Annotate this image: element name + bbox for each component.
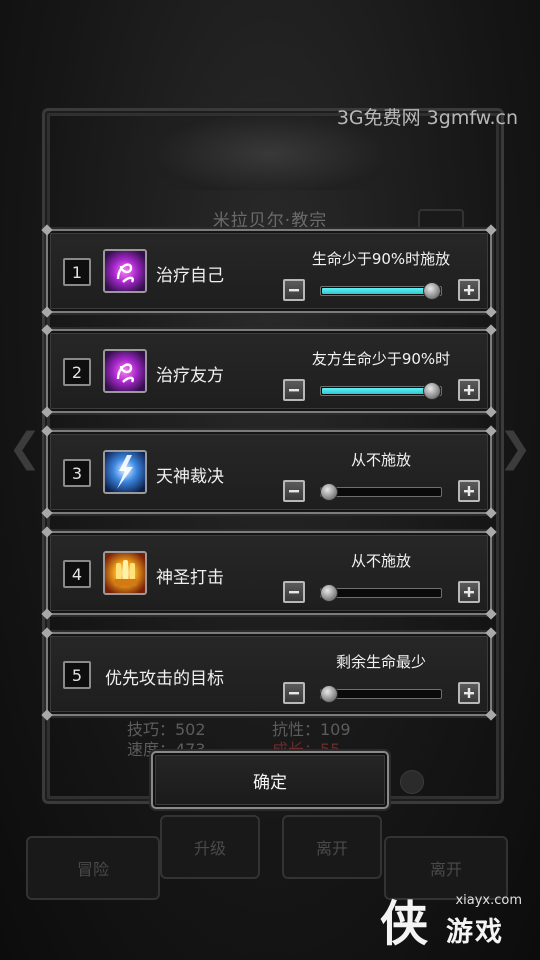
cast-condition: 从不施放 [350,552,411,570]
background-upgrade-button: 升级 [160,815,260,879]
skill-name: 治疗自己 [156,266,224,286]
increase-button[interactable] [458,279,480,301]
row-number: 3 [63,459,91,487]
row-number: 2 [63,358,91,386]
decrease-button[interactable] [283,379,305,401]
increase-button[interactable] [458,581,480,603]
cast-condition: 从不施放 [350,451,411,469]
decrease-button[interactable] [283,480,305,502]
row-number: 1 [63,258,91,286]
skill-name: 神圣打击 [156,568,224,588]
background-plus-icon [400,770,424,794]
chevron-right-icon: ❯ [498,425,532,471]
watermark-site: xiayx.com [455,893,522,908]
ai-setting-row-5: 5 优先攻击的目标 剩余生命最少 [41,627,497,721]
slider-knob[interactable] [320,483,338,501]
minus-icon [289,692,299,695]
plus-icon [464,285,474,295]
plus-icon [464,587,474,597]
golden-holy-strike-icon [103,551,147,595]
background-adventure-button: 冒险 [26,836,160,900]
plus-icon [464,688,474,698]
minus-icon [289,490,299,493]
slider-knob[interactable] [320,584,338,602]
chevron-left-icon: ❮ [8,425,42,471]
watermark-text: 3G免费网 3gmfw.cn [336,107,518,129]
decrease-button[interactable] [283,682,305,704]
condition-slider[interactable] [320,588,442,598]
cast-condition: 生命少于90%时施放 [311,250,451,268]
minus-icon [289,289,299,292]
blue-lightning-icon [103,450,147,494]
slider-knob[interactable] [423,282,441,300]
purple-heal-icon [103,249,147,293]
increase-button[interactable] [458,682,480,704]
confirm-button[interactable]: 确定 [151,751,389,809]
plus-icon [464,385,474,395]
ai-setting-row-4: 4 神圣打击 从不施放 [41,526,497,620]
decrease-button[interactable] [283,279,305,301]
skill-name: 天神裁决 [156,467,224,487]
condition-slider[interactable] [320,689,442,699]
cast-condition: 友方生命少于90%时 [311,350,451,368]
row-number: 4 [63,560,91,588]
slider-knob[interactable] [320,685,338,703]
target-condition: 剩余生命最少 [335,653,426,671]
ai-setting-row-3: 3 天神裁决 从不施放 [41,425,497,519]
minus-icon [289,389,299,392]
minus-icon [289,591,299,594]
ai-setting-row-1: 1 治疗自己 生命少于90%时施放 [41,224,497,318]
row-number: 5 [63,661,91,689]
plus-icon [464,486,474,496]
watermark-logo-glyph: 侠 [380,896,429,952]
background-leave-button: 离开 [282,815,382,879]
slider-knob[interactable] [423,382,441,400]
watermark-logo-name: 游戏 [446,917,504,948]
ai-setting-row-2: 2 治疗友方 友方生命少于90%时 [41,324,497,418]
target-priority-label: 优先攻击的目标 [105,669,224,689]
increase-button[interactable] [458,480,480,502]
increase-button[interactable] [458,379,480,401]
condition-slider[interactable] [320,487,442,497]
skill-name: 治疗友方 [156,366,224,386]
purple-heal-icon [103,349,147,393]
decrease-button[interactable] [283,581,305,603]
